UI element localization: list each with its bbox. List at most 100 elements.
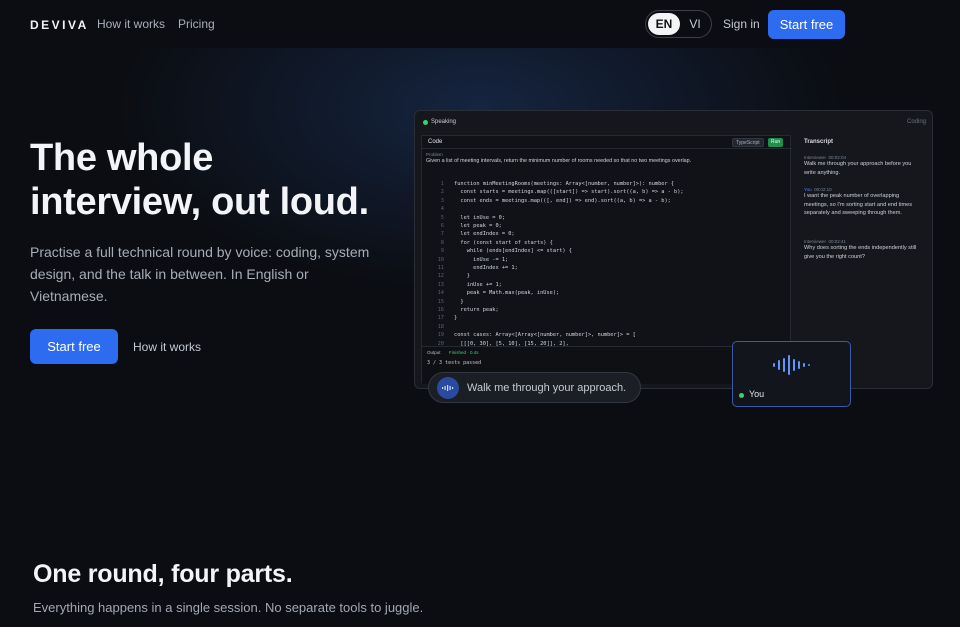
- code-label: Code: [428, 139, 443, 145]
- hero-title-line1: The whole: [30, 137, 214, 179]
- product-preview: Speaking Coding Code TypeScript Run Prob…: [414, 110, 933, 389]
- status-label: Speaking: [431, 119, 457, 125]
- nav-pricing[interactable]: Pricing: [178, 17, 215, 31]
- line-number: 12: [437, 273, 444, 280]
- code-text: const ends = meetings.map(([, end]) => e…: [454, 197, 671, 204]
- code-text: }: [454, 273, 470, 280]
- language-toggle: EN VI: [645, 10, 712, 38]
- code-line: 9 while (ends[endIndex] <= start) {: [422, 247, 572, 255]
- code-line: 5 let inUse = 0;: [422, 214, 505, 222]
- transcript-text: Why does sorting the ends independently …: [804, 245, 917, 260]
- transcript-text: I want the peak number of overlapping me…: [804, 193, 913, 216]
- line-number: 11: [437, 265, 444, 271]
- transcript-label: Transcript: [804, 139, 834, 145]
- problem-label: Problem: [426, 152, 443, 157]
- hero-title: The whole interview, out loud.: [30, 136, 430, 224]
- interviewer-avatar: [437, 377, 459, 399]
- hero-start-free-button[interactable]: Start free: [30, 329, 118, 364]
- code-line: 2 const starts = meetings.map(([start]) …: [422, 188, 684, 196]
- nav-how-it-works[interactable]: How it works: [97, 17, 165, 31]
- line-number: 16: [437, 307, 444, 313]
- code-line: 10 inUse -= 1;: [422, 256, 509, 264]
- transcript-text: Walk me through your approach before you…: [804, 161, 912, 176]
- line-number: 15: [437, 298, 444, 305]
- line-number: 5: [440, 214, 444, 221]
- speech-text: Walk me through your approach.: [467, 382, 627, 394]
- line-number: 4: [440, 206, 444, 213]
- code-line: 17}: [422, 314, 458, 322]
- code-line: 13 inUse += 1;: [422, 281, 502, 289]
- code-line: 3 const ends = meetings.map(([, end]) =>…: [422, 197, 671, 205]
- code-text: let peak = 0;: [454, 223, 502, 229]
- user-label: You: [749, 389, 765, 399]
- preview-toolbar: Speaking Coding: [415, 111, 932, 133]
- code-line: 19 const cases: Array<[Array<[number, num…: [422, 331, 636, 339]
- code-editor[interactable]: 1 function minMeetingRooms(meetings: Arra…: [422, 176, 792, 346]
- code-line: 4: [422, 205, 454, 213]
- code-line: 7 let endIndex = 0;: [422, 230, 515, 238]
- lang-en-button[interactable]: EN: [648, 13, 680, 35]
- line-number: 7: [440, 231, 444, 238]
- line-number: 14: [437, 290, 444, 297]
- live-dot-icon: [739, 393, 744, 398]
- transcript-message: You 00:02:10 I want the peak number of o…: [804, 187, 924, 218]
- mode-label: Coding: [906, 119, 926, 125]
- nav-start-free-button[interactable]: Start free: [768, 10, 845, 39]
- voice-waveform-icon: [773, 355, 810, 375]
- transcript-message: Interviewer 00:02:41 Why does sorting th…: [804, 239, 924, 261]
- section-title: One round, four parts.: [33, 560, 293, 588]
- code-text: endIndex += 1;: [454, 265, 518, 271]
- code-text: return peak;: [454, 307, 499, 313]
- code-line: 15 }: [422, 298, 464, 306]
- output-label: Output: [427, 350, 441, 355]
- run-button[interactable]: Run: [768, 138, 784, 147]
- code-text: function minMeetingRooms(meetings: Array…: [454, 181, 675, 187]
- line-number: 13: [437, 281, 444, 288]
- code-line: 18: [422, 323, 454, 331]
- code-text: const starts = meetings.map(([start]) =>…: [454, 189, 684, 196]
- live-dot-icon: [423, 120, 428, 125]
- code-line: 11 endIndex += 1;: [422, 264, 518, 272]
- code-text: let inUse = 0;: [454, 214, 506, 221]
- line-number: 18: [437, 323, 444, 330]
- interviewer-speech-bubble: Walk me through your approach.: [428, 372, 641, 403]
- line-number: 2: [440, 189, 444, 196]
- line-number: 19: [437, 332, 444, 339]
- problem-block: Problem Given a list of meeting interval…: [426, 152, 786, 164]
- code-line: 1 function minMeetingRooms(meetings: Arra…: [422, 180, 674, 188]
- lang-vi-button[interactable]: VI: [679, 13, 711, 35]
- hero-how-it-works-link[interactable]: How it works: [133, 340, 201, 354]
- code-line: 16 return peak;: [422, 306, 499, 314]
- code-text: peak = Math.max(peak, inUse);: [454, 290, 560, 297]
- code-line: 12 }: [422, 272, 470, 280]
- problem-text: Given a list of meeting intervals, retur…: [426, 158, 692, 164]
- section-subtitle: Everything happens in a single session. …: [33, 600, 424, 615]
- code-line: 14 peak = Math.max(peak, inUse);: [422, 289, 560, 297]
- language-badge[interactable]: TypeScript: [732, 138, 764, 147]
- code-line: 6 let peak = 0;: [422, 222, 502, 230]
- transcript-message: Interviewer 00:02:04 Walk me through you…: [804, 155, 924, 177]
- logo[interactable]: DEVIVA: [30, 18, 89, 32]
- code-text: while (ends[endIndex] <= start) {: [454, 248, 572, 255]
- line-number: 6: [440, 223, 444, 229]
- waveform-icon: [442, 385, 454, 391]
- line-number: 8: [440, 239, 444, 246]
- code-text: inUse -= 1;: [454, 256, 509, 263]
- user-voice-card: You: [732, 341, 851, 407]
- code-text: for (const start of starts) {: [454, 239, 553, 246]
- line-number: 17: [437, 315, 444, 322]
- hero-subtitle: Practise a full technical round by voice…: [30, 244, 370, 304]
- line-number: 1: [440, 181, 444, 187]
- sign-in-link[interactable]: Sign in: [723, 17, 760, 31]
- line-number: 9: [440, 248, 444, 255]
- output-result: 3 / 3 tests passed: [427, 360, 482, 366]
- code-text: }: [454, 298, 464, 305]
- code-header: Code TypeScript Run: [422, 136, 792, 149]
- top-nav: DEVIVA How it works Pricing EN VI Sign i…: [0, 0, 960, 48]
- hero-title-line2: interview, out loud.: [30, 181, 369, 223]
- line-number: 3: [440, 197, 444, 204]
- code-text: inUse += 1;: [454, 281, 502, 288]
- line-number: 10: [437, 256, 444, 263]
- output-status: Finished · 0.4s: [449, 350, 479, 355]
- code-text: let endIndex = 0;: [454, 231, 515, 238]
